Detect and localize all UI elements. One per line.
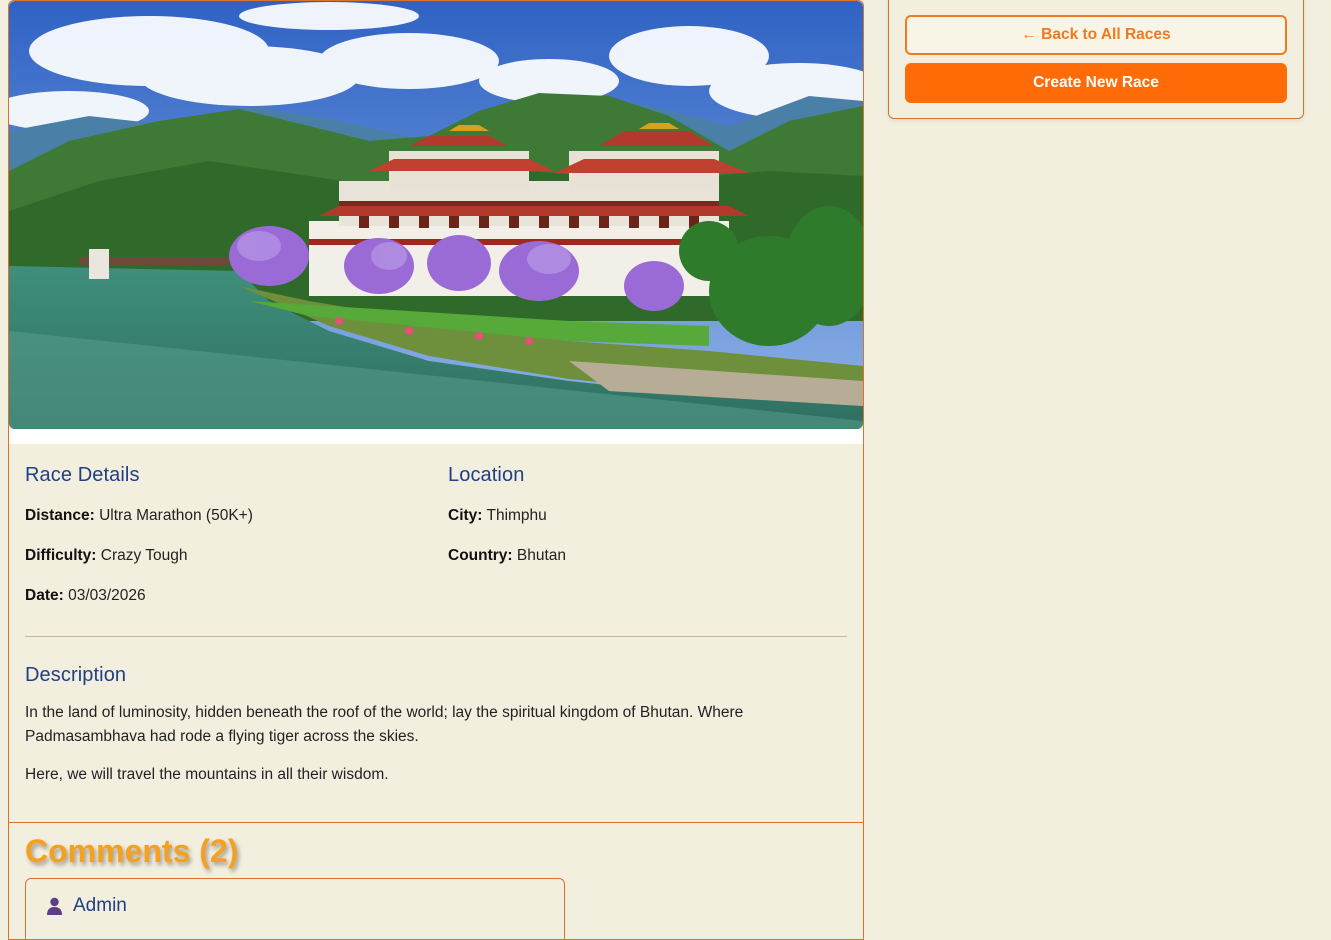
difficulty-row: Difficulty: Crazy Tough [25,545,253,567]
country-value: Bhutan [516,547,567,564]
location-heading: Location [448,464,525,486]
distance-value: Ultra Marathon (50K+) [99,507,253,524]
distance-row: Distance: Ultra Marathon (50K+) [25,505,253,527]
race-detail-card: Race Details Distance: Ultra Marathon (5… [8,0,864,940]
actions-card: ← Back to All Races Create New Race [888,0,1304,119]
date-label: Date: [25,587,64,604]
description-paragraph: Here, we will travel the mountains in al… [25,766,389,783]
date-value: 03/03/2026 [68,587,146,604]
create-new-race-button[interactable]: Create New Race [905,63,1287,103]
race-hero-image [9,1,863,429]
description-heading: Description [25,664,127,686]
country-row: Country: Bhutan [448,545,566,567]
back-to-all-races-button[interactable]: ← Back to All Races [905,15,1287,55]
image-spacer [9,429,863,444]
comments-title: Comments (2) [25,833,239,869]
location-column: Location City: Thimphu Country: Bhutan [448,464,566,567]
user-icon [46,897,63,915]
description-paragraph: In the land of luminosity, hidden beneat… [25,704,744,745]
comments-section: Comments (2) Admin [9,822,863,939]
city-value: Thimphu [486,507,547,524]
race-details-heading: Race Details [25,464,140,486]
comment-author: Admin [46,895,127,917]
section-divider [25,636,847,637]
distance-label: Distance: [25,507,95,524]
description-section: Description In the land of luminosity, h… [25,664,847,787]
comment-card: Admin [25,878,565,939]
race-details-column: Race Details Distance: Ultra Marathon (5… [25,464,253,607]
difficulty-label: Difficulty: [25,547,97,564]
difficulty-value: Crazy Tough [100,547,188,564]
city-row: City: Thimphu [448,505,566,527]
country-label: Country: [448,547,513,564]
city-label: City: [448,507,483,524]
date-row: Date: 03/03/2026 [25,585,253,607]
comment-author-name[interactable]: Admin [73,895,127,917]
